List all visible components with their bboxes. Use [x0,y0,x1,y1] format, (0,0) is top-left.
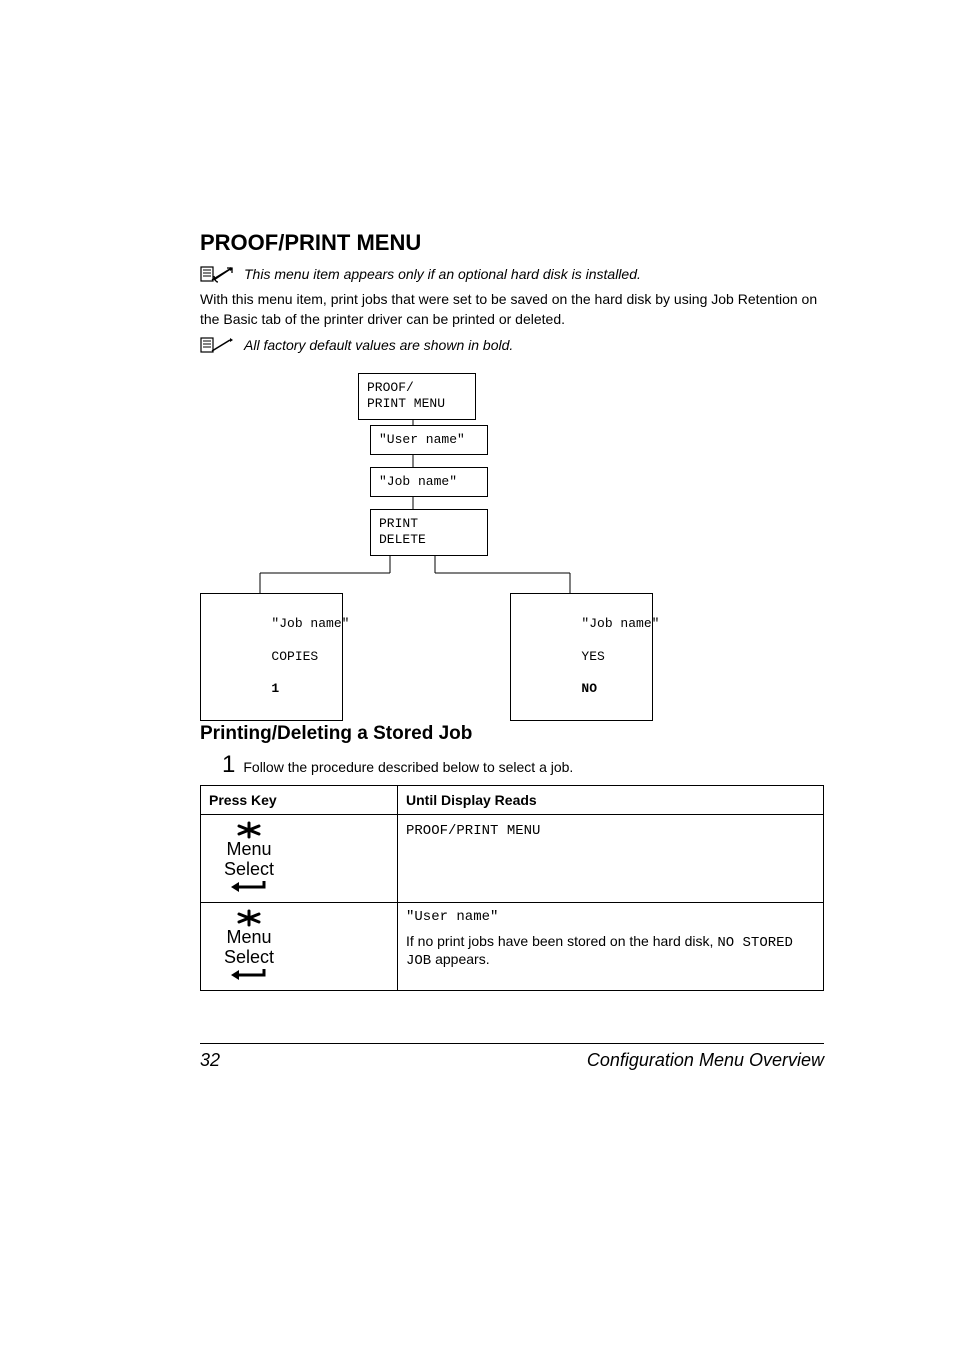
press-key-cell: Menu Select [201,815,398,903]
menu-tree-diagram: PROOF/ PRINT MENU "User name" "Job name"… [200,373,824,693]
tree-left-bold: 1 [271,681,279,696]
footer-rule [200,1043,824,1044]
display-note: If no print jobs have been stored on the… [406,933,815,969]
svg-text:Select: Select [224,947,274,967]
step-1: 1 Follow the procedure described below t… [222,753,824,777]
tree-left-title: "Job name" [271,616,349,631]
press-key-cell: Menu Select [201,903,398,991]
table-header-display: Until Display Reads [398,786,824,815]
tree-node-job: "Job name" [370,467,488,497]
tree-node-user: "User name" [370,425,488,455]
page-number: 32 [200,1050,220,1071]
display-note-suffix: appears. [431,951,489,967]
display-cell: "User name" If no print jobs have been s… [398,903,824,991]
table-row: Menu Select "User name" If no print jobs… [201,903,824,991]
tree-node-printdelete: PRINT DELETE [370,509,488,556]
tree-right-bold: NO [581,681,597,696]
table-row: Menu Select PROOF/PRINT MENU [201,815,824,903]
note-2: All factory default values are shown in … [200,335,824,355]
tree-left-line2: COPIES [271,649,318,664]
menu-select-key-icon: Menu Select [209,821,289,896]
note-icon [200,264,234,284]
tree-node-copies: "Job name" COPIES 1 [200,593,343,721]
tree-right-title: "Job name" [581,616,659,631]
svg-text:Menu: Menu [226,927,271,947]
note-1-text: This menu item appears only if an option… [244,266,641,282]
menu-select-key-icon: Menu Select [209,909,289,984]
display-text: PROOF/PRINT MENU [406,823,540,839]
svg-text:Select: Select [224,859,274,879]
display-cell: PROOF/PRINT MENU [398,815,824,903]
subheading: Printing/Deleting a Stored Job [200,723,824,745]
body-text-1: With this menu item, print jobs that wer… [200,290,824,329]
tree-node-yesno: "Job name" YES NO [510,593,653,721]
note-1: This menu item appears only if an option… [200,264,824,284]
keypress-table: Press Key Until Display Reads [200,785,824,991]
footer-title: Configuration Menu Overview [587,1050,824,1071]
tree-node-root: PROOF/ PRINT MENU [358,373,476,420]
display-username: "User name" [406,909,815,925]
table-header-press: Press Key [201,786,398,815]
tree-right-line2: YES [581,649,604,664]
step-text: Follow the procedure described below to … [243,758,573,777]
display-note-prefix: If no print jobs have been stored on the… [406,933,717,949]
page-footer: 32 Configuration Menu Overview [200,1050,824,1071]
svg-text:Menu: Menu [226,839,271,859]
note-icon [200,335,234,355]
section-heading: PROOF/PRINT MENU [200,230,824,256]
step-number: 1 [222,753,235,777]
note-2-text: All factory default values are shown in … [244,337,513,353]
